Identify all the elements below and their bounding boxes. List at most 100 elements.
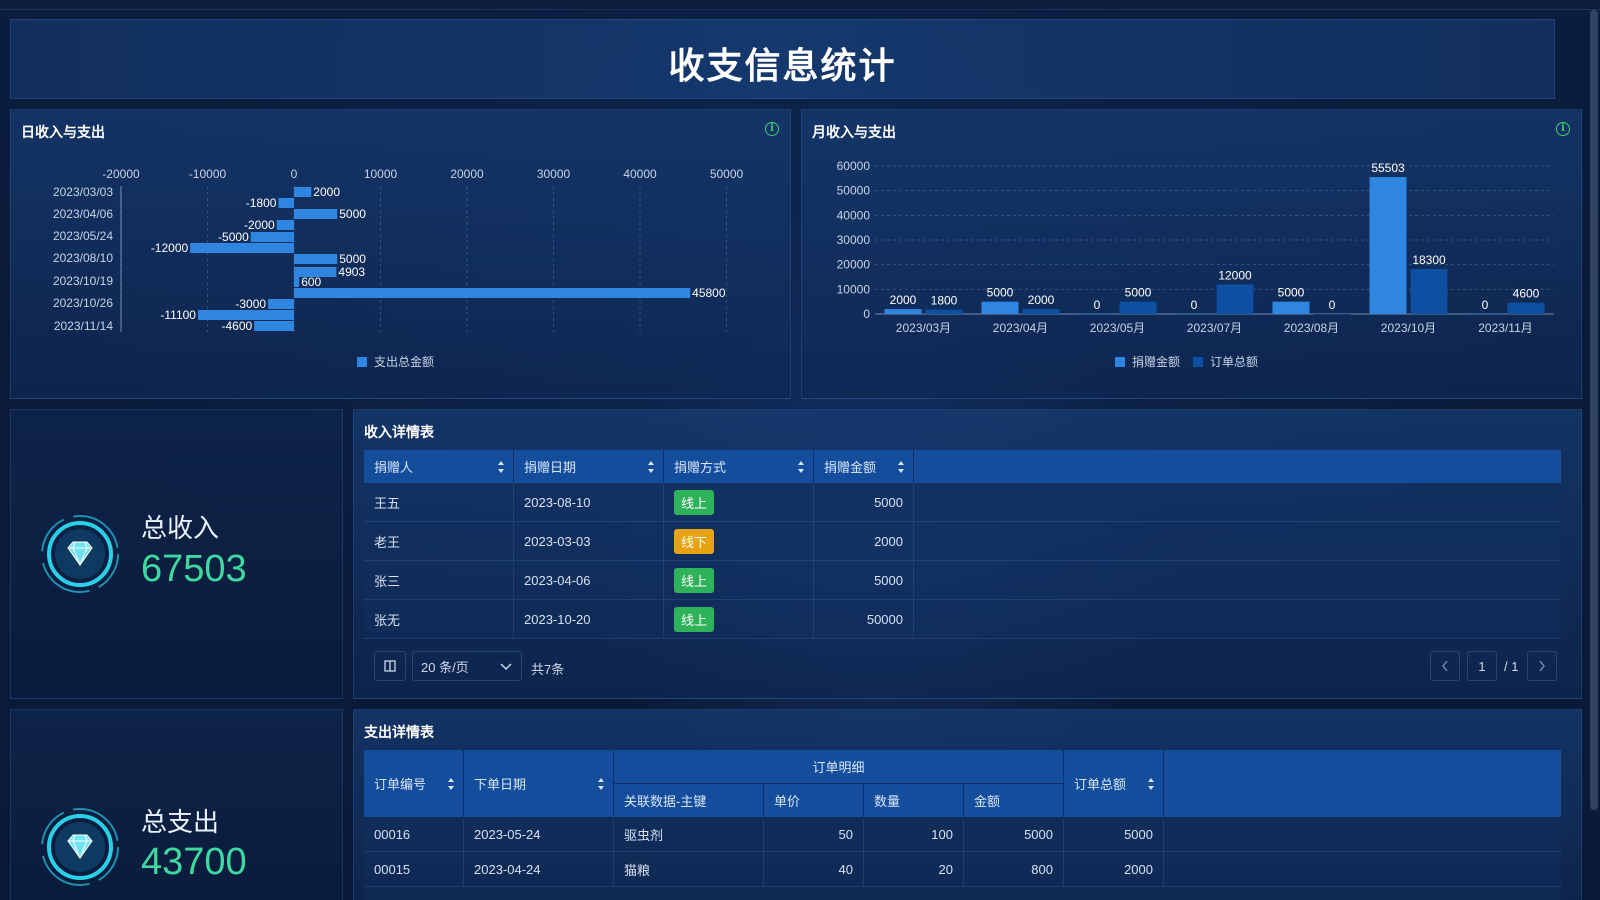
total-pages: / 1 [1504, 659, 1519, 674]
price-cell: 40 [764, 852, 864, 886]
monthly-chart: 01000020000300004000050000600002023/03月 2… [837, 159, 1554, 369]
bar[interactable] [254, 321, 294, 331]
bar-value-label: 5000 [1125, 286, 1152, 300]
bar[interactable] [1078, 314, 1116, 315]
bar[interactable] [884, 309, 922, 314]
total-count: 共7条 [531, 662, 565, 677]
bar[interactable] [925, 309, 963, 314]
column-header-label: 捐赠日期 [524, 460, 577, 475]
bar[interactable] [276, 220, 294, 230]
sort-icon[interactable] [447, 777, 455, 791]
bar[interactable] [294, 288, 691, 298]
column-header-amount[interactable]: 金额 [964, 784, 1064, 817]
bar[interactable] [294, 277, 300, 287]
bar[interactable] [1313, 314, 1351, 315]
sort-icon[interactable] [897, 460, 905, 474]
legend-label[interactable]: 捐赠金额 [1132, 354, 1180, 369]
legend-swatch[interactable] [1115, 357, 1125, 367]
method-tag: 线下 [674, 528, 715, 554]
sort-icon[interactable] [797, 460, 805, 474]
order-date-cell: 2023-05-24 [464, 817, 614, 851]
column-header-qty[interactable]: 数量 [864, 784, 964, 817]
bar[interactable] [1216, 284, 1254, 314]
bar[interactable] [294, 187, 312, 197]
x-tick-label: 2023/08月 [1284, 321, 1339, 335]
column-header-donor[interactable]: 捐赠人 [364, 450, 514, 483]
qty-cell: 20 [864, 852, 964, 886]
column-header-amount[interactable]: 捐赠金额 [814, 450, 914, 483]
table-row[interactable]: 王五 2023-08-10 线上 5000 [364, 483, 1561, 522]
bar[interactable] [1272, 301, 1310, 314]
method-tag: 线上 [674, 489, 715, 515]
bar-value-label: -3000 [235, 297, 266, 311]
y-tick-label: 60000 [837, 159, 871, 173]
bar-value-label: -1800 [246, 196, 277, 210]
bar[interactable] [278, 198, 294, 208]
bar[interactable] [268, 299, 294, 309]
sort-icon[interactable] [647, 460, 655, 474]
date-cell: 2023-04-06 [514, 561, 664, 599]
item-cell: 猫粮 [614, 852, 764, 886]
page-scrollbar[interactable] [1590, 10, 1598, 810]
x-tick-label: -20000 [102, 167, 140, 181]
bar[interactable] [1119, 301, 1157, 314]
bar[interactable] [1507, 302, 1545, 314]
amount-cell: 5000 [814, 483, 914, 521]
column-header-order-date[interactable]: 下单日期 [464, 750, 614, 817]
column-header-date[interactable]: 捐赠日期 [514, 450, 664, 483]
legend-label[interactable]: 支出总金额 [374, 354, 434, 369]
title-panel: 收支信息统计 [10, 19, 1555, 99]
sort-icon[interactable] [497, 460, 505, 474]
income-stat-value: 67503 [141, 548, 247, 590]
bar[interactable] [981, 301, 1019, 314]
column-header-price[interactable]: 单价 [764, 784, 864, 817]
bar[interactable] [1410, 268, 1448, 314]
bar[interactable] [250, 232, 294, 242]
bar[interactable] [1466, 314, 1504, 315]
bar-value-label: -11100 [160, 308, 196, 322]
table-row[interactable]: 张无 2023-10-20 线上 50000 [364, 600, 1561, 639]
legend-swatch[interactable] [1193, 357, 1203, 367]
column-header-order-no[interactable]: 订单编号 [364, 750, 464, 817]
bar-value-label: 12000 [1218, 268, 1252, 282]
table-row[interactable]: 00016 2023-05-24 驱虫剂 50 100 5000 5000 [364, 817, 1561, 852]
bar[interactable] [190, 243, 294, 253]
expense-table-title: 支出详情表 [364, 724, 434, 740]
bar[interactable] [294, 254, 338, 264]
sort-icon[interactable] [597, 777, 605, 791]
bar[interactable] [1369, 177, 1407, 314]
date-cell: 2023-10-20 [514, 600, 664, 638]
page-size-select[interactable]: 20 条/页 [412, 651, 522, 681]
bar[interactable] [294, 209, 338, 219]
column-header-label: 金额 [974, 794, 1001, 809]
bar[interactable] [1022, 309, 1060, 314]
column-header-order-total[interactable]: 订单总额 [1064, 750, 1164, 817]
legend-label[interactable]: 订单总额 [1210, 355, 1258, 369]
table-row[interactable]: 老王 2023-03-03 线下 2000 [364, 522, 1561, 561]
amount-cell: 2000 [814, 522, 914, 560]
method-cell: 线上 [664, 600, 814, 638]
chevron-left-icon [1442, 660, 1448, 672]
next-page-button[interactable] [1527, 651, 1557, 681]
diamond-icon [41, 808, 119, 886]
column-toggle-button[interactable] [374, 651, 406, 681]
table-row[interactable]: 张三 2023-04-06 线上 5000 [364, 561, 1561, 600]
prev-page-button[interactable] [1430, 651, 1460, 681]
legend-swatch[interactable] [357, 357, 367, 367]
table-row[interactable] [364, 887, 1561, 900]
column-header-label: 订单总额 [1074, 777, 1127, 792]
column-header-method[interactable]: 捐赠方式 [664, 450, 814, 483]
table-row[interactable]: 00015 2023-04-24 猫粮 40 20 800 2000 [364, 852, 1561, 887]
bar-value-label: 0 [1329, 298, 1336, 312]
page-number-input[interactable]: 1 [1467, 651, 1497, 681]
income-stat-card: 总收入 67503 [10, 409, 343, 699]
y-tick-label: 2023/11/14 [54, 319, 113, 333]
bar-value-label: 2000 [313, 185, 340, 199]
income-stat-label: 总收入 [141, 513, 220, 543]
bar[interactable] [1175, 314, 1213, 315]
sort-icon[interactable] [1147, 777, 1155, 791]
column-header-item[interactable]: 关联数据-主键 [614, 784, 764, 817]
bar-value-label: 0 [1482, 298, 1489, 312]
bar-value-label: 5000 [339, 252, 366, 266]
column-header-label: 捐赠方式 [674, 460, 727, 475]
